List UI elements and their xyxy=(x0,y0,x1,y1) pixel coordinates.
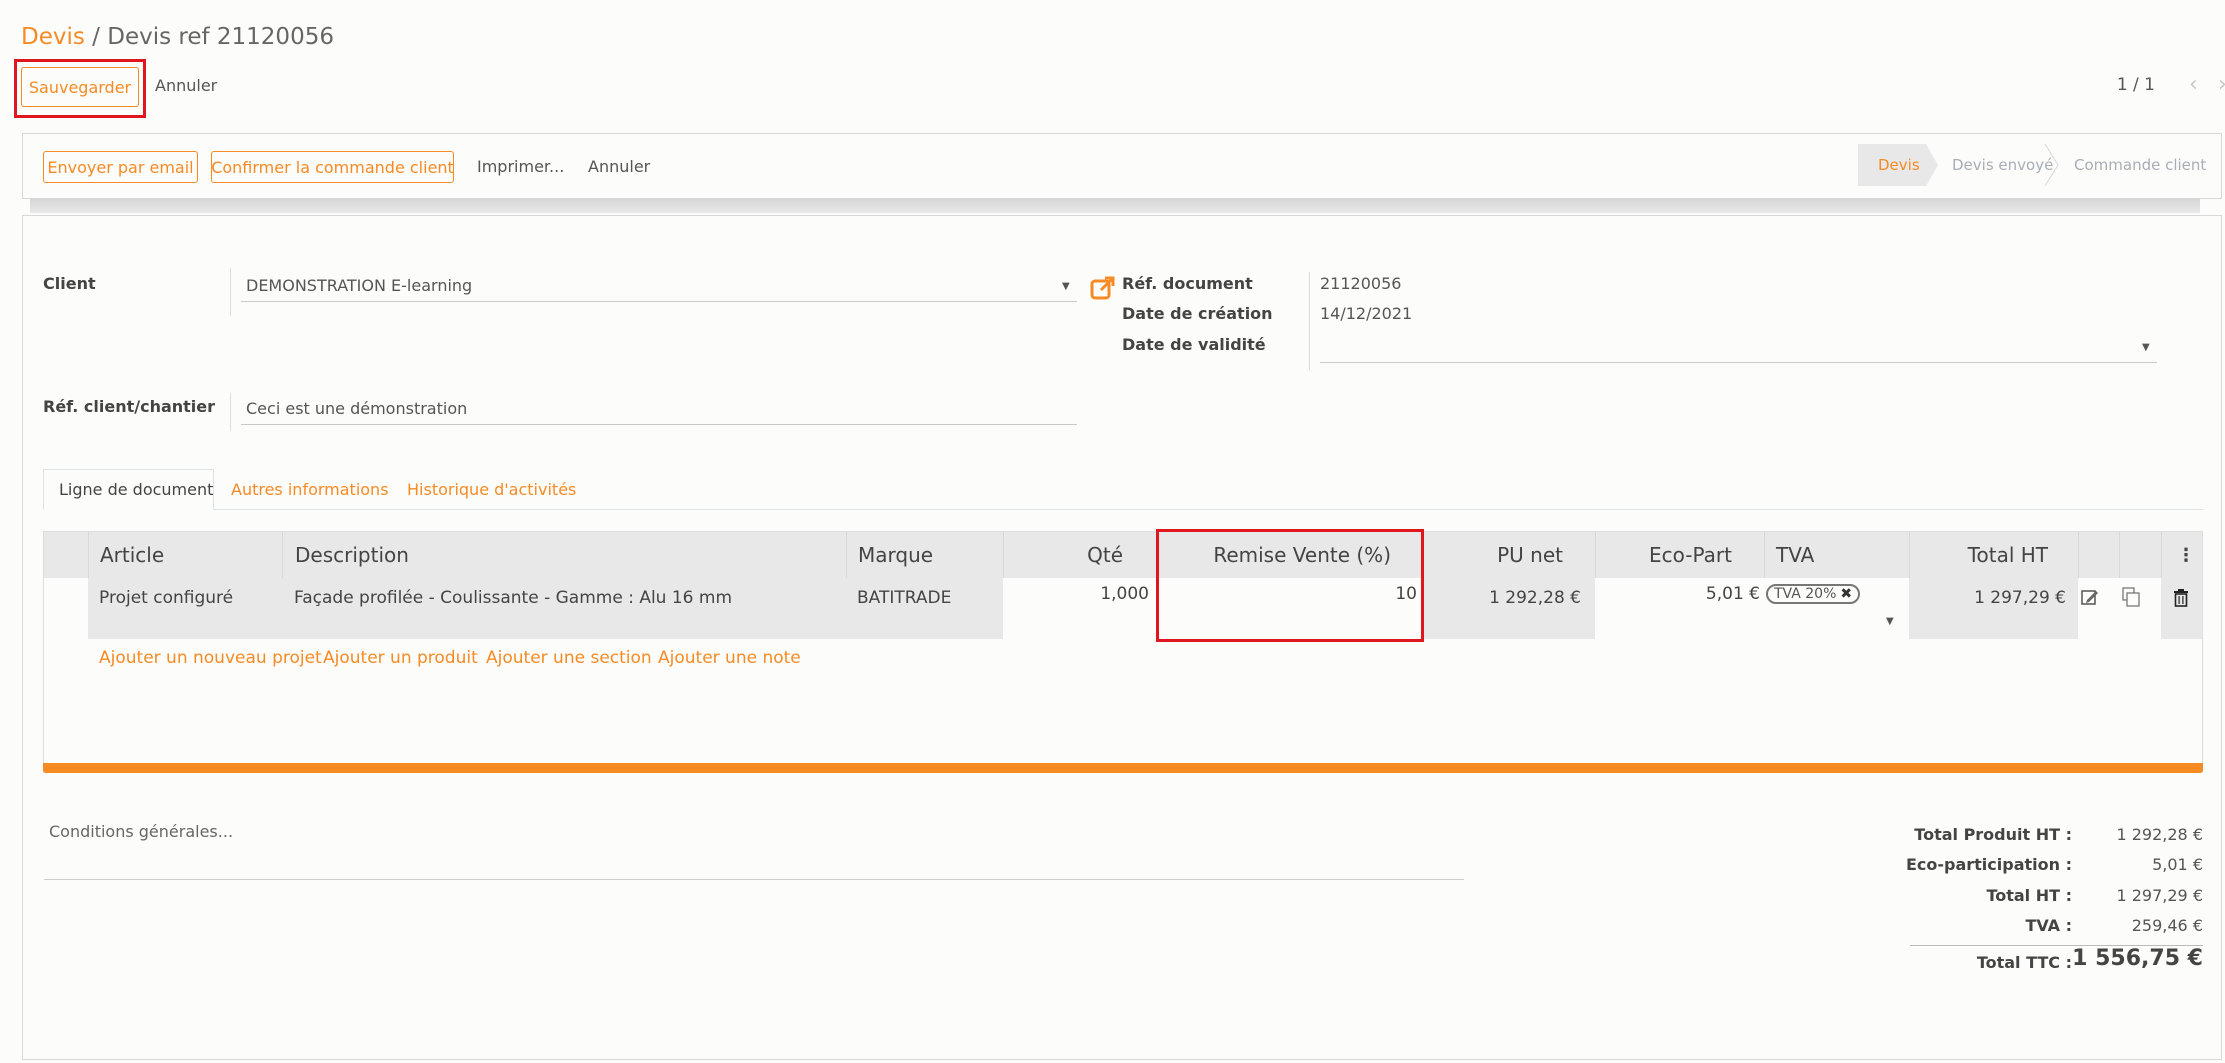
tva-total-label: TVA : xyxy=(2025,916,2072,935)
column-separator xyxy=(2161,532,2162,578)
cell-article[interactable]: Projet configuré xyxy=(99,588,233,608)
header-qte[interactable]: Qté xyxy=(1003,532,1123,578)
header-article[interactable]: Article xyxy=(100,532,164,578)
date-creation-label: Date de création xyxy=(1122,304,1273,323)
print-button[interactable]: Imprimer... xyxy=(477,157,564,176)
client-underline xyxy=(241,301,1077,302)
tab-ligne-de-document[interactable]: Ligne de document xyxy=(43,469,214,510)
save-button[interactable]: Sauvegarder xyxy=(21,67,139,107)
column-separator xyxy=(846,532,847,578)
breadcrumb-current: Devis ref 21120056 xyxy=(107,24,334,50)
header-tva[interactable]: TVA xyxy=(1776,532,1814,578)
eco-participation-label: Eco-participation : xyxy=(1905,855,2072,874)
discard-button[interactable]: Annuler xyxy=(155,76,217,95)
header-pu-net[interactable]: PU net xyxy=(1423,532,1563,578)
total-produit-ht-label: Total Produit HT : xyxy=(1914,825,2072,844)
edit-icon[interactable] xyxy=(2081,588,2099,606)
cancel-quote-button[interactable]: Annuler xyxy=(588,157,650,176)
duplicate-icon[interactable] xyxy=(2122,587,2140,607)
total-produit-ht-value: 1 292,28 € xyxy=(2116,825,2203,844)
cell-pu-net: 1 292,28 € xyxy=(1489,588,1581,608)
add-note-link[interactable]: Ajouter une note xyxy=(658,648,801,668)
pager-next-icon[interactable]: › xyxy=(2218,72,2225,97)
column-separator xyxy=(2119,532,2120,578)
status-stage-commande-client[interactable]: Commande client xyxy=(2074,144,2206,186)
breadcrumb: Devis / Devis ref 21120056 xyxy=(21,24,334,50)
client-select[interactable]: DEMONSTRATION E-learning xyxy=(246,276,472,295)
total-ht-label: Total HT : xyxy=(1986,886,2072,905)
delete-icon[interactable] xyxy=(2173,588,2189,607)
column-separator xyxy=(2078,532,2079,578)
column-separator xyxy=(88,532,89,578)
stage-chevron-icon xyxy=(2044,144,2059,186)
conditions-textarea[interactable]: Conditions générales... xyxy=(49,822,233,841)
total-ttc-value: 1 556,75 € xyxy=(2072,946,2203,971)
cell-eco-part[interactable]: 5,01 € xyxy=(1595,584,1760,604)
column-separator xyxy=(1764,532,1765,578)
date-validite-dropdown-icon[interactable]: ▼ xyxy=(2142,342,2150,353)
tab-autres-informations[interactable]: Autres informations xyxy=(231,469,389,510)
field-separator xyxy=(1309,272,1310,370)
client-dropdown-icon[interactable]: ▼ xyxy=(1062,281,1070,292)
remove-tag-icon[interactable]: ✖ xyxy=(1840,586,1852,602)
header-description[interactable]: Description xyxy=(295,532,409,578)
client-label: Client xyxy=(43,274,96,293)
breadcrumb-devis-link[interactable]: Devis xyxy=(21,24,85,50)
table-footer-bar xyxy=(43,763,2203,773)
external-link-icon[interactable] xyxy=(1090,275,1116,301)
action-bar-shadow xyxy=(30,199,2200,213)
eco-participation-value: 5,01 € xyxy=(2152,855,2203,874)
ref-client-underline xyxy=(241,424,1077,425)
date-creation-value: 14/12/2021 xyxy=(1320,304,1413,323)
tva-tag: TVA 20% ✖ xyxy=(1766,584,1861,604)
header-total-ht[interactable]: Total HT xyxy=(1909,532,2048,578)
ref-document-value: 21120056 xyxy=(1320,274,1402,293)
field-separator xyxy=(230,393,231,431)
cell-qte[interactable]: 1,000 xyxy=(1003,584,1149,604)
tva-total-value: 259,46 € xyxy=(2131,916,2203,935)
total-ht-value: 1 297,29 € xyxy=(2116,886,2203,905)
status-stage-devis[interactable]: Devis xyxy=(1858,144,1938,186)
add-product-link[interactable]: Ajouter un produit xyxy=(323,648,478,668)
pager-previous-icon[interactable]: ‹ xyxy=(2189,72,2198,97)
conditions-underline xyxy=(44,879,1464,880)
add-section-link[interactable]: Ajouter une section xyxy=(486,648,652,668)
header-eco-part[interactable]: Eco-Part xyxy=(1595,532,1732,578)
ref-document-label: Réf. document xyxy=(1122,274,1253,293)
cell-marque[interactable]: BATITRADE xyxy=(857,588,951,608)
header-marque[interactable]: Marque xyxy=(858,532,933,578)
column-options-icon[interactable]: ⋮ xyxy=(2177,532,2195,578)
add-project-link[interactable]: Ajouter un nouveau projet xyxy=(99,648,322,668)
field-separator xyxy=(230,268,231,316)
total-ttc-label: Total TTC : xyxy=(1976,953,2072,972)
tva-tag-label: TVA 20% xyxy=(1774,586,1837,602)
highlight-box-remise xyxy=(1156,529,1424,642)
ref-client-label: Réf. client/chantier xyxy=(43,397,216,416)
ref-client-input[interactable]: Ceci est une démonstration xyxy=(246,399,467,418)
column-separator xyxy=(282,532,283,578)
confirm-order-button[interactable]: Confirmer la commande client xyxy=(211,151,454,183)
tab-historique-activites[interactable]: Historique d'activités xyxy=(407,469,576,510)
tva-dropdown-icon[interactable]: ▼ xyxy=(1886,616,1894,627)
breadcrumb-separator: / xyxy=(84,24,108,50)
pager-value: 1 / 1 xyxy=(2116,75,2155,95)
date-validite-underline xyxy=(1320,362,2157,363)
cell-total-ht: 1 297,29 € xyxy=(1974,588,2066,608)
cell-description[interactable]: Façade profilée - Coulissante - Gamme : … xyxy=(294,588,732,608)
send-email-button[interactable]: Envoyer par email xyxy=(43,151,198,183)
date-validite-label: Date de validité xyxy=(1122,335,1266,354)
status-stage-devis-envoye[interactable]: Devis envoyé xyxy=(1952,144,2053,186)
